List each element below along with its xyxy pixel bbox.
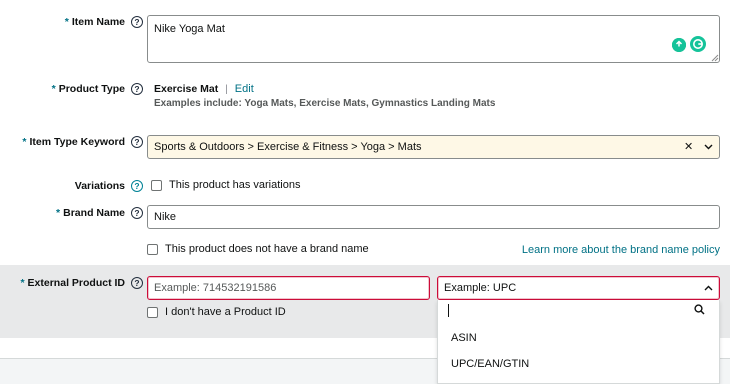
help-icon[interactable]: ? [131, 277, 143, 290]
product-type-label: * Product Type? [51, 83, 143, 96]
no-product-id-checkbox[interactable] [147, 307, 158, 318]
item-type-keyword-value: Sports & Outdoors > Exercise & Fitness >… [154, 141, 422, 153]
chevron-down-icon[interactable] [704, 144, 713, 150]
item-name-label-row: * Item Name? [0, 16, 143, 30]
variations-checkbox-label: This product has variations [169, 179, 301, 191]
help-icon[interactable]: ? [131, 136, 143, 149]
product-id-type-select[interactable]: Example: UPC [437, 276, 720, 300]
resize-handle-icon[interactable] [711, 54, 719, 62]
dropdown-option-upc-ean-gtin[interactable]: UPC/EAN/GTIN [451, 358, 529, 370]
separator: | [225, 83, 228, 95]
help-icon[interactable]: ? [131, 207, 143, 220]
external-product-id-input[interactable]: Example: 714532191586 [147, 276, 430, 300]
product-type-value: Exercise Mat [154, 83, 219, 95]
help-icon[interactable]: ? [131, 83, 143, 96]
no-product-id-checkbox-label: I don't have a Product ID [165, 306, 286, 318]
no-brand-checkbox[interactable] [147, 244, 158, 255]
no-brand-checkbox-label: This product does not have a brand name [165, 243, 369, 255]
edit-product-type-link[interactable]: Edit [235, 83, 254, 95]
clear-icon[interactable]: ✕ [684, 140, 693, 153]
variations-label-text: Variations [74, 180, 125, 192]
help-icon[interactable]: ? [131, 16, 143, 29]
product-id-type-dropdown: ASIN UPC/EAN/GTIN [437, 300, 720, 384]
variations-label-row: Variations? [0, 180, 143, 194]
brand-name-value: Nike [154, 211, 177, 223]
item-name-textarea[interactable]: Nike Yoga Mat [147, 15, 720, 63]
product-id-type-placeholder: Example: UPC [444, 282, 517, 294]
variations-label: Variations? [74, 180, 143, 193]
product-type-value-row: Exercise Mat | Edit [154, 83, 254, 95]
item-name-label: * Item Name? [64, 16, 143, 29]
external-product-id-label: * External Product ID? [20, 277, 143, 290]
product-type-label-text: Product Type [58, 83, 125, 95]
brand-name-label-text: Brand Name [63, 207, 125, 219]
search-icon[interactable] [694, 304, 705, 315]
dropdown-option-asin[interactable]: ASIN [451, 332, 477, 344]
item-name-label-text: Item Name [71, 16, 125, 28]
brand-name-label-row: * Brand Name? [0, 207, 143, 221]
chevron-up-icon[interactable] [704, 285, 713, 291]
brand-name-input[interactable]: Nike [147, 205, 720, 229]
required-marker: * [22, 136, 27, 148]
brand-name-policy-link[interactable]: Learn more about the brand name policy [522, 244, 720, 256]
external-product-id-label-row: * External Product ID? [0, 277, 143, 291]
item-name-value: Nike Yoga Mat [154, 23, 225, 35]
grammar-suggestion-icon[interactable] [672, 38, 686, 52]
item-type-keyword-label-text: Item Type Keyword [29, 136, 126, 148]
required-marker: * [64, 16, 69, 28]
external-product-id-label-text: External Product ID [27, 277, 125, 289]
variations-checkbox[interactable] [151, 180, 162, 191]
help-icon[interactable]: ? [131, 180, 143, 193]
item-type-keyword-label-row: * Item Type Keyword? [0, 136, 143, 150]
required-marker: * [51, 83, 56, 95]
product-type-examples: Examples include: Yoga Mats, Exercise Ma… [154, 98, 496, 109]
product-type-label-row: * Product Type? [0, 83, 143, 97]
grammarly-icon[interactable] [690, 36, 706, 52]
item-type-keyword-label: * Item Type Keyword? [22, 136, 143, 149]
item-type-keyword-select[interactable]: Sports & Outdoors > Exercise & Fitness >… [147, 135, 720, 159]
required-marker: * [56, 207, 61, 219]
external-product-id-placeholder: Example: 714532191586 [154, 282, 277, 294]
dropdown-search-input[interactable] [438, 300, 688, 321]
required-marker: * [20, 277, 25, 289]
brand-name-label: * Brand Name? [56, 207, 143, 220]
